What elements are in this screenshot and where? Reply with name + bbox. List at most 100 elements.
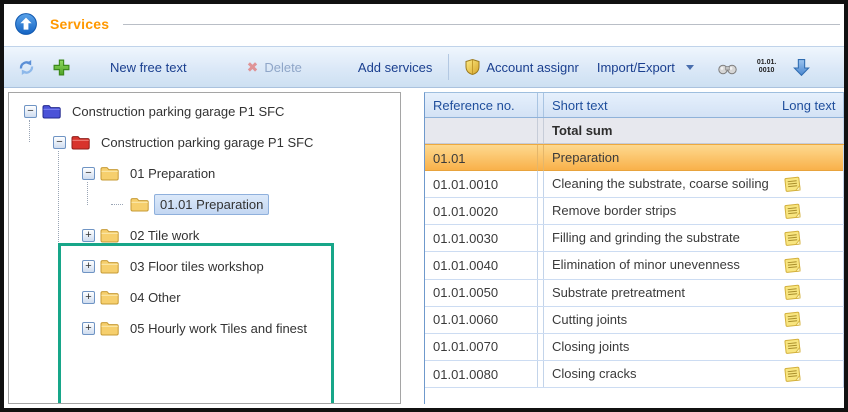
refresh-button[interactable]	[14, 56, 39, 79]
plus-icon	[52, 58, 71, 77]
tree-expander[interactable]: +	[82, 291, 95, 304]
tree-expander[interactable]: +	[82, 322, 95, 335]
long-text-note-icon[interactable]	[782, 255, 803, 276]
tree-expander[interactable]: −	[24, 105, 37, 118]
long-text-cell	[774, 225, 844, 251]
reference-cell: 01.01.0050	[425, 280, 537, 306]
table-row[interactable]: 01.01.0040 Elimination of minor unevenne…	[425, 252, 844, 279]
tree-item-label[interactable]: 04 Other	[124, 287, 187, 308]
add-services-button[interactable]: Add services	[352, 56, 438, 79]
refresh-icon	[17, 59, 36, 76]
reference-cell: 01.01.0070	[425, 334, 537, 360]
short-text-cell: Cleaning the substrate, coarse soiling	[544, 171, 774, 197]
reference-cell: 01.01.0040	[425, 252, 537, 278]
position-number-button[interactable]: 01.01. 0010	[757, 59, 776, 75]
reference-cell	[425, 118, 537, 144]
tree-item-label[interactable]: 01 Preparation	[124, 163, 221, 184]
long-text-cell	[774, 334, 844, 360]
tree-expander[interactable]: −	[53, 136, 66, 149]
long-text-note-icon[interactable]	[782, 364, 803, 385]
long-text-note-icon[interactable]	[782, 282, 803, 303]
table-row[interactable]: 01.01.0060 Cutting joints	[425, 307, 844, 334]
short-text-cell: Substrate pretreatment	[544, 280, 774, 306]
tree-item[interactable]: + 02 Tile work	[9, 220, 400, 251]
long-text-cell	[774, 145, 844, 171]
table-row[interactable]: 01.01.0020 Remove border strips	[425, 198, 844, 225]
column-splitter[interactable]	[537, 93, 544, 117]
tree-item[interactable]: + 04 Other	[9, 282, 400, 313]
column-header-short-text[interactable]: Short text	[544, 93, 774, 117]
tree-item[interactable]: − Construction parking garage P1 SFC	[9, 127, 400, 158]
long-text-cell	[774, 171, 844, 197]
folder-icon	[42, 104, 61, 119]
tree-expander[interactable]: −	[82, 167, 95, 180]
import-export-label: Import/Export	[597, 60, 675, 75]
table-row[interactable]: 01.01.0070 Closing joints	[425, 334, 844, 361]
table-row[interactable]: 01.01.0080 Closing cracks	[425, 361, 844, 388]
column-splitter	[537, 118, 544, 144]
column-header-reference[interactable]: Reference no.	[425, 93, 537, 117]
long-text-cell	[774, 280, 844, 306]
short-text-cell: Cutting joints	[544, 307, 774, 333]
delete-x-icon: ✖	[247, 60, 259, 74]
account-assignment-button[interactable]: Account assignr	[459, 54, 585, 80]
tree-item[interactable]: − Construction parking garage P1 SFC	[9, 96, 400, 127]
column-splitter	[537, 225, 544, 251]
delete-label: Delete	[264, 60, 302, 75]
long-text-cell	[774, 307, 844, 333]
table-row[interactable]: 01.01.0050 Substrate pretreatment	[425, 280, 844, 307]
table-body: Total sum 01.01 Preparation 01.01.0010 C…	[425, 118, 844, 388]
reference-cell: 01.01.0020	[425, 198, 537, 224]
page-title: Services	[50, 16, 109, 32]
table-row[interactable]: 01.01.0010 Cleaning the substrate, coars…	[425, 171, 844, 198]
column-header-long-text[interactable]: Long text	[774, 93, 844, 117]
tree-item-label[interactable]: Construction parking garage P1 SFC	[66, 101, 290, 122]
folder-icon	[100, 228, 119, 243]
find-button[interactable]	[714, 57, 741, 78]
long-text-note-icon[interactable]	[782, 336, 803, 357]
folder-icon	[100, 321, 119, 336]
app-window: Services New free text ✖ Delet	[4, 4, 844, 408]
reference-cell: 01.01.0030	[425, 225, 537, 251]
chevron-down-icon	[686, 65, 694, 70]
tree-item-label[interactable]: Construction parking garage P1 SFC	[95, 132, 319, 153]
column-splitter	[537, 171, 544, 197]
short-text-cell: Elimination of minor unevenness	[544, 252, 774, 278]
tree-item-label[interactable]: 03 Floor tiles workshop	[124, 256, 270, 277]
tree-item-label[interactable]: 02 Tile work	[124, 225, 205, 246]
short-text-cell: Closing joints	[544, 334, 774, 360]
table-row[interactable]: Total sum	[425, 118, 844, 144]
tree-item[interactable]: − 01 Preparation	[9, 158, 400, 189]
tree-expander[interactable]: +	[82, 260, 95, 273]
folder-icon	[100, 290, 119, 305]
import-export-button[interactable]: Import/Export	[591, 56, 700, 79]
long-text-note-icon[interactable]	[782, 228, 803, 249]
add-services-label: Add services	[358, 60, 432, 75]
navigate-up-icon[interactable]	[14, 12, 38, 36]
tree-item[interactable]: + 03 Floor tiles workshop	[9, 251, 400, 282]
title-bar: Services	[4, 4, 844, 44]
new-free-text-button[interactable]: New free text	[104, 56, 193, 79]
tree-item[interactable]: + 05 Hourly work Tiles and finest	[9, 313, 400, 344]
tree-item-label[interactable]: 01.01 Preparation	[154, 194, 269, 215]
long-text-note-icon[interactable]	[782, 201, 803, 222]
binoculars-icon	[717, 60, 738, 75]
short-text-cell: Remove border strips	[544, 198, 774, 224]
tree-item[interactable]: 01.01 Preparation	[9, 189, 400, 220]
long-text-note-icon[interactable]	[782, 309, 803, 330]
folder-icon	[71, 135, 90, 150]
add-button[interactable]	[49, 55, 74, 80]
table-row[interactable]: 01.01.0030 Filling and grinding the subs…	[425, 225, 844, 252]
shield-icon	[465, 58, 480, 76]
table-row[interactable]: 01.01 Preparation	[425, 144, 844, 171]
long-text-note-icon[interactable]	[782, 174, 803, 195]
tree-expander[interactable]: +	[82, 229, 95, 242]
tree-connector-line	[58, 151, 59, 328]
delete-button[interactable]: ✖ Delete	[241, 56, 308, 79]
column-splitter	[537, 145, 544, 171]
move-down-button[interactable]	[790, 55, 813, 80]
column-splitter	[537, 334, 544, 360]
folder-icon	[100, 259, 119, 274]
folder-icon	[130, 197, 149, 212]
tree-item-label[interactable]: 05 Hourly work Tiles and finest	[124, 318, 313, 339]
